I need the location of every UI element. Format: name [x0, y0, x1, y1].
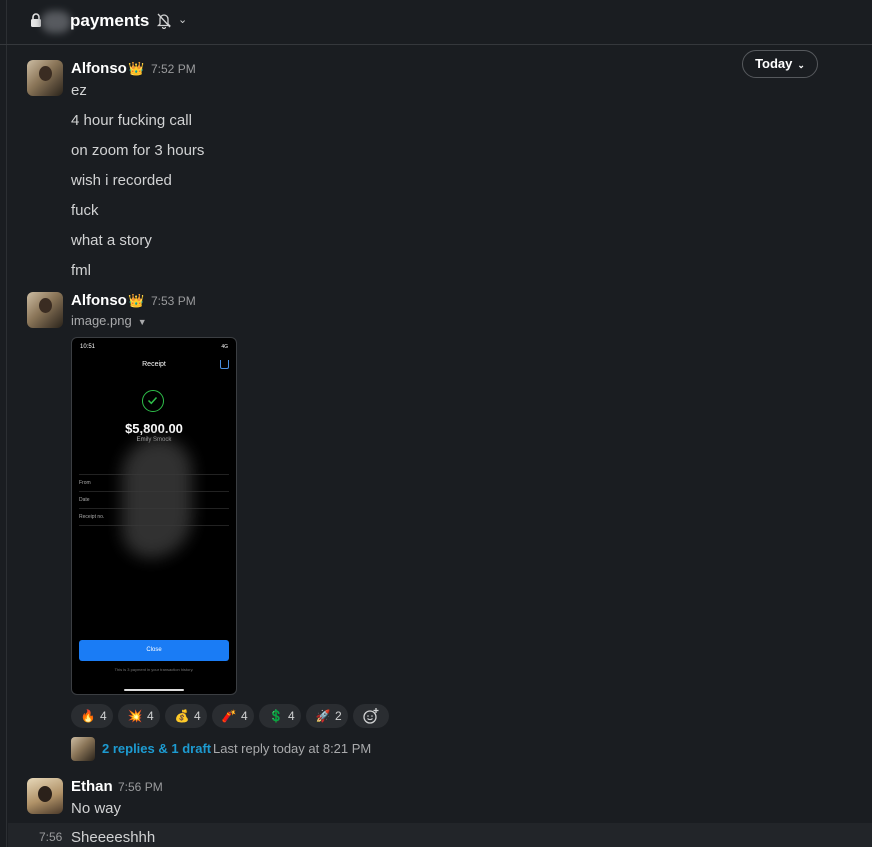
reaction-firecracker[interactable]: 🧨 4 [212, 704, 254, 728]
crown-icon: 👑 [128, 61, 145, 76]
reaction-rocket[interactable]: 🚀 2 [306, 704, 348, 728]
channel-name[interactable]: payments [70, 11, 149, 31]
left-border [6, 0, 7, 847]
timestamp[interactable]: 7:56 PM [118, 780, 163, 794]
date-divider-button[interactable]: Today ⌄ [742, 50, 818, 78]
message-text: fuck [71, 202, 99, 219]
money-bag-icon: 💰 [174, 709, 190, 723]
thread-last-reply: Last reply today at 8:21 PM [213, 741, 372, 756]
share-icon [220, 360, 229, 369]
file-name-label: image.png [71, 313, 132, 328]
close-button: Close [79, 640, 229, 661]
file-name[interactable]: image.png ▼ [71, 313, 147, 328]
phone-status: 4G [221, 344, 228, 350]
receipt-title: Receipt [142, 361, 166, 368]
message-text: fml [71, 262, 91, 279]
message-text: 4 hour fucking call [71, 112, 192, 129]
message-text: what a story [71, 232, 152, 249]
reaction-collision[interactable]: 💥 4 [118, 704, 160, 728]
thread-replies-link[interactable]: 2 replies & 1 draft [102, 741, 211, 756]
crown-icon: 👑 [128, 293, 145, 308]
avatar[interactable] [27, 60, 63, 96]
chevron-down-icon: ⌄ [797, 60, 805, 70]
timestamp[interactable]: 7:52 PM [151, 62, 196, 76]
message-text: on zoom for 3 hours [71, 142, 205, 159]
timestamp[interactable]: 7:56 [39, 830, 62, 844]
message-text: Sheeeeshhh [71, 829, 156, 846]
reaction-count: 4 [100, 709, 107, 723]
checkmark-icon [142, 390, 164, 412]
field-label: From [79, 480, 91, 486]
author-name[interactable]: Alfonso [71, 60, 127, 77]
reaction-fire[interactable]: 🔥 4 [71, 704, 113, 728]
caret-down-icon: ▼ [137, 317, 147, 327]
chevron-down-icon[interactable]: ⌄ [178, 13, 187, 26]
firecracker-icon: 🧨 [221, 709, 237, 723]
author-name[interactable]: Alfonso [71, 292, 127, 309]
avatar [71, 737, 95, 761]
avatar[interactable] [27, 778, 63, 814]
message-text: No way [71, 800, 122, 817]
rocket-icon: 🚀 [315, 709, 331, 723]
avatar[interactable] [27, 292, 63, 328]
redacted-name [41, 11, 71, 33]
reaction-count: 4 [241, 709, 248, 723]
reaction-count: 4 [288, 709, 295, 723]
date-label: Today [755, 56, 793, 71]
channel-header: payments ⌄ [0, 0, 872, 45]
field-label: Receipt no. [79, 514, 105, 520]
timestamp[interactable]: 7:53 PM [151, 294, 196, 308]
author-name[interactable]: Ethan [71, 778, 113, 795]
phone-time: 10:51 [80, 344, 96, 350]
redaction-smudge [122, 438, 192, 558]
reaction-count: 4 [147, 709, 154, 723]
reaction-money-bag[interactable]: 💰 4 [165, 704, 207, 728]
field-label: Date [79, 497, 90, 503]
home-indicator [124, 689, 184, 691]
fire-icon: 🔥 [80, 709, 96, 723]
message-text: ez [71, 82, 87, 99]
add-reaction-button[interactable] [353, 704, 389, 728]
receipt-footer: This is 3 payment in your transaction hi… [114, 667, 194, 672]
reaction-dollar[interactable]: 💲 4 [259, 704, 301, 728]
image-attachment[interactable]: 10:51 4G Receipt $5,800.00 Emily Smock F… [71, 337, 237, 695]
dollar-icon: 💲 [268, 709, 284, 723]
bell-off-icon[interactable] [156, 12, 172, 29]
message-text: wish i recorded [71, 172, 172, 189]
collision-icon: 💥 [127, 709, 143, 723]
receipt-amount: $5,800.00 [125, 421, 183, 436]
add-emoji-icon [363, 708, 379, 724]
reaction-count: 4 [194, 709, 201, 723]
reaction-count: 2 [335, 709, 342, 723]
